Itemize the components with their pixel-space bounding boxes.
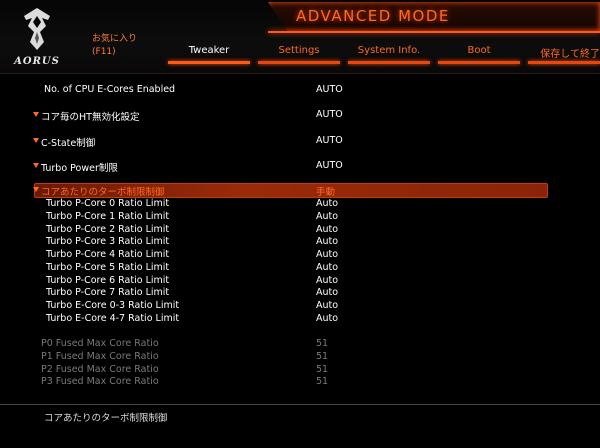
mode-title: ADVANCED MODE (296, 7, 450, 25)
readonly-row: P1 Fused Max Core Ratio 51 (0, 351, 600, 364)
aorus-eagle-icon (24, 8, 50, 50)
setting-value[interactable]: AUTO (316, 135, 343, 146)
setting-value[interactable]: Auto (316, 249, 338, 260)
setting-value[interactable]: 手動 (316, 184, 335, 198)
setting-value[interactable]: AUTO (316, 109, 343, 120)
setting-value[interactable]: Auto (316, 287, 338, 298)
setting-value: 51 (316, 351, 329, 362)
tab-label: Settings (278, 45, 320, 56)
setting-value[interactable]: Auto (316, 262, 338, 273)
mode-title-edge (268, 31, 600, 33)
setting-label: Turbo Power制限 (41, 163, 118, 174)
setting-row[interactable]: Turbo P-Core 5 Ratio Limit Auto (0, 262, 600, 275)
aorus-logo: AORUS (8, 4, 66, 72)
setting-row[interactable]: No. of CPU E-Cores Enabled AUTO (0, 84, 600, 97)
favorites-label: お気に入り (92, 34, 138, 44)
setting-row[interactable]: Turbo P-Core 1 Ratio Limit Auto (0, 211, 600, 224)
tab-save-exit[interactable]: 保存して終了 (528, 45, 600, 64)
help-text: コアあたりのターボ制限制御 (44, 413, 168, 424)
setting-row[interactable]: コア毎のHT無効化設定 AUTO (0, 109, 600, 123)
triangle-down-icon (33, 112, 39, 117)
setting-row[interactable]: C-State制御 AUTO (0, 135, 600, 149)
setting-label: P3 Fused Max Core Ratio (41, 376, 159, 387)
brand-text: AORUS (14, 56, 60, 67)
tab-system-info[interactable]: System Info. (348, 45, 430, 64)
setting-label: Turbo P-Core 7 Ratio Limit (46, 287, 170, 298)
setting-value[interactable]: Auto (316, 198, 338, 209)
setting-label: Turbo P-Core 2 Ratio Limit (46, 224, 170, 235)
setting-row[interactable]: Turbo E-Core 4-7 Ratio Limit Auto (0, 313, 600, 326)
setting-label: Turbo P-Core 4 Ratio Limit (46, 249, 170, 260)
tab-underline (348, 61, 430, 64)
tab-label: System Info. (357, 45, 421, 56)
setting-row[interactable]: Turbo P-Core 0 Ratio Limit Auto (0, 198, 600, 211)
setting-value[interactable]: Auto (316, 224, 338, 235)
setting-value[interactable]: AUTO (316, 84, 343, 95)
readonly-row: P3 Fused Max Core Ratio 51 (0, 376, 600, 389)
setting-label: Turbo P-Core 1 Ratio Limit (46, 211, 170, 222)
setting-label: コア毎のHT無効化設定 (41, 112, 140, 123)
setting-label: P1 Fused Max Core Ratio (41, 351, 159, 362)
setting-row-selected[interactable]: コアあたりのターボ制限制御 手動 (0, 184, 600, 198)
triangle-down-icon (33, 163, 39, 168)
setting-value[interactable]: AUTO (316, 160, 343, 171)
setting-row[interactable]: Turbo Power制限 AUTO (0, 160, 600, 174)
tab-label: Boot (467, 45, 491, 56)
setting-value: 51 (316, 364, 329, 375)
header-divider (0, 73, 600, 74)
setting-row[interactable]: Turbo P-Core 3 Ratio Limit Auto (0, 236, 600, 249)
header-bar: AORUS ADVANCED MODE お気に入り (F11) Tweaker … (0, 0, 600, 74)
triangle-down-icon (33, 138, 39, 143)
tab-boot[interactable]: Boot (438, 45, 520, 64)
favorites-button[interactable]: お気に入り (F11) (92, 33, 137, 59)
tab-settings[interactable]: Settings (258, 45, 340, 64)
triangle-down-icon (33, 187, 39, 192)
setting-value[interactable]: Auto (316, 313, 338, 324)
setting-label: C-State制御 (41, 138, 96, 149)
setting-label: コアあたりのターボ制限制御 (41, 187, 165, 198)
setting-label: P0 Fused Max Core Ratio (41, 338, 159, 349)
tab-underline (528, 61, 600, 64)
setting-row[interactable]: Turbo E-Core 0-3 Ratio Limit Auto (0, 300, 600, 313)
tab-underline (438, 61, 520, 64)
setting-value[interactable]: Auto (316, 300, 338, 311)
help-divider (0, 404, 600, 405)
setting-value[interactable]: Auto (316, 275, 338, 286)
readonly-row: P0 Fused Max Core Ratio 51 (0, 338, 600, 351)
setting-row[interactable]: Turbo P-Core 4 Ratio Limit Auto (0, 249, 600, 262)
tab-tweaker[interactable]: Tweaker (168, 45, 250, 64)
setting-label: Turbo P-Core 0 Ratio Limit (46, 198, 170, 209)
setting-value: 51 (316, 338, 329, 349)
setting-label: Turbo E-Core 4-7 Ratio Limit (46, 313, 180, 324)
setting-label: Turbo P-Core 5 Ratio Limit (46, 262, 170, 273)
favorites-key: (F11) (92, 47, 116, 57)
tab-label: 保存して終了 (540, 49, 600, 60)
setting-label: Turbo E-Core 0-3 Ratio Limit (46, 300, 180, 311)
setting-label: Turbo P-Core 6 Ratio Limit (46, 275, 170, 286)
setting-value[interactable]: Auto (316, 236, 338, 247)
tab-underline (258, 61, 340, 64)
setting-label: P2 Fused Max Core Ratio (41, 364, 159, 375)
setting-value: 51 (316, 376, 329, 387)
setting-value[interactable]: Auto (316, 211, 338, 222)
tab-underline (168, 61, 250, 64)
tab-label: Tweaker (188, 45, 230, 56)
setting-label: Turbo P-Core 3 Ratio Limit (46, 236, 170, 247)
setting-row[interactable]: Turbo P-Core 7 Ratio Limit Auto (0, 287, 600, 300)
setting-label: No. of CPU E-Cores Enabled (44, 84, 176, 95)
